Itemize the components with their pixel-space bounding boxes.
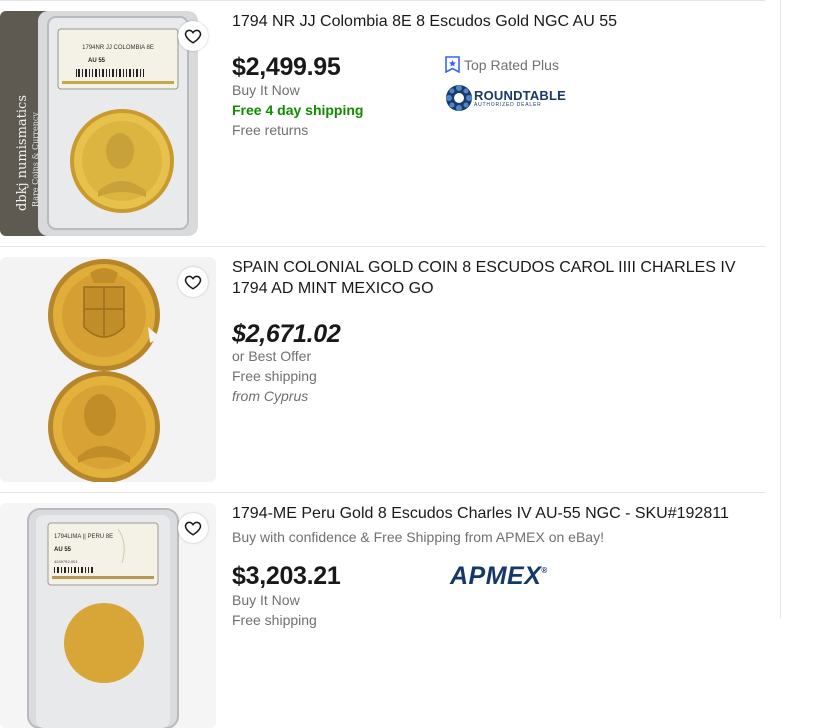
roundtable-wordmark: ROUNDTABLE bbox=[474, 87, 567, 103]
heart-icon bbox=[184, 29, 202, 44]
apmex-dealer-logo: APMEX® bbox=[450, 562, 548, 591]
listing-image[interactable] bbox=[0, 257, 216, 482]
listing-subtitle: Buy with confidence & Free Shipping from… bbox=[232, 529, 604, 545]
watch-button[interactable] bbox=[178, 513, 208, 543]
buy-format: or Best Offer bbox=[232, 348, 312, 364]
slab-label-text: 1794LIMA || PERU 8E bbox=[54, 534, 113, 540]
heart-icon bbox=[184, 275, 202, 290]
shipping-info: Free shipping bbox=[232, 368, 317, 384]
slab-grade-text: AU 55 bbox=[54, 547, 72, 553]
item-location: from Cyprus bbox=[232, 388, 309, 404]
slab-cert-text: 4249792-001 bbox=[54, 559, 78, 564]
roundtable-dealer-logo: ROUNDTABLE AUTHORIZED DEALER bbox=[445, 84, 566, 112]
listing-title[interactable]: 1794 NR JJ Colombia 8E 8 Escudos Gold NG… bbox=[232, 11, 757, 32]
watch-button[interactable] bbox=[178, 267, 208, 297]
listing-item[interactable]: SPAIN COLONIAL GOLD COIN 8 ESCUDOS CAROL… bbox=[0, 247, 765, 493]
svg-text:dbkj numismatics: dbkj numismatics bbox=[15, 95, 30, 211]
watermark: dbkj numismatics Rare Coins & Currency bbox=[15, 95, 40, 211]
listing-title[interactable]: 1794-ME Peru Gold 8 Escudos Charles IV A… bbox=[232, 503, 757, 524]
registered-mark: ® bbox=[541, 566, 548, 575]
top-rated-label: Top Rated Plus bbox=[464, 56, 559, 73]
watch-button[interactable] bbox=[178, 21, 208, 51]
svg-text:Rare Coins & Currency: Rare Coins & Currency bbox=[31, 112, 40, 207]
top-rated-badge: Top Rated Plus bbox=[445, 56, 559, 73]
roundtable-logo-icon bbox=[446, 85, 472, 111]
slab-label-text: 1794NR JJ COLOMBIA 8E bbox=[82, 45, 154, 51]
buy-format: Buy It Now bbox=[232, 82, 300, 98]
roundtable-tagline: AUTHORIZED DEALER bbox=[474, 101, 542, 108]
shipping-info: Free shipping bbox=[232, 612, 317, 628]
listing-item[interactable]: 1794NR JJ COLOMBIA 8E AU 55 dbkj numisma… bbox=[0, 0, 765, 247]
search-results-list: 1794NR JJ COLOMBIA 8E AU 55 dbkj numisma… bbox=[0, 0, 765, 728]
heart-icon bbox=[184, 521, 202, 536]
divider bbox=[780, 0, 781, 618]
top-rated-plus-icon bbox=[445, 56, 460, 73]
listing-price: $2,671.02 bbox=[232, 320, 341, 348]
buy-format: Buy It Now bbox=[232, 592, 300, 608]
listing-item[interactable]: 1794LIMA || PERU 8E AU 55 4249792-001 17… bbox=[0, 493, 765, 728]
listing-image[interactable]: 1794NR JJ COLOMBIA 8E AU 55 dbkj numisma… bbox=[0, 11, 216, 236]
returns-info: Free returns bbox=[232, 122, 309, 138]
listing-image[interactable]: 1794LIMA || PERU 8E AU 55 4249792-001 bbox=[0, 503, 216, 728]
slab-grade-text: AU 55 bbox=[88, 58, 106, 64]
listing-price: $2,499.95 bbox=[232, 53, 341, 81]
apmex-wordmark: APMEX bbox=[450, 562, 542, 590]
listing-title[interactable]: SPAIN COLONIAL GOLD COIN 8 ESCUDOS CAROL… bbox=[232, 257, 752, 299]
listing-price: $3,203.21 bbox=[232, 562, 341, 590]
shipping-info: Free 4 day shipping bbox=[232, 102, 364, 118]
